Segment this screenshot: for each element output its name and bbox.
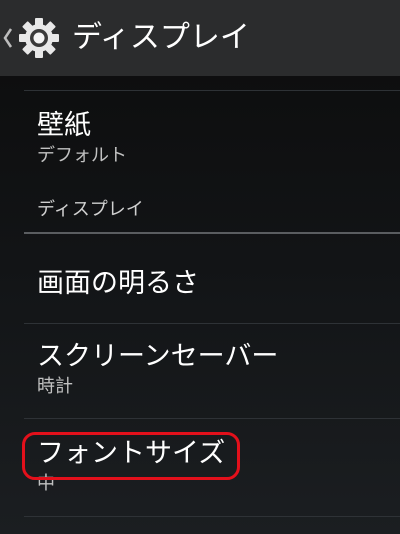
screensaver-summary: 時計	[37, 376, 73, 397]
action-bar-title: ディスプレイ	[72, 20, 250, 55]
highlight-outline	[22, 432, 240, 480]
divider	[24, 516, 400, 517]
brightness-item[interactable]: 画面の明るさ	[37, 266, 199, 302]
action-bar: ディスプレイ	[0, 0, 400, 76]
wallpaper-item[interactable]: 壁紙 デフォルト	[37, 108, 127, 168]
divider	[24, 90, 400, 91]
category-header-display: ディスプレイ	[37, 199, 144, 220]
brightness-title: 画面の明るさ	[37, 268, 199, 299]
category-divider	[24, 232, 400, 234]
gear-icon[interactable]	[18, 17, 60, 59]
screensaver-title: スクリーンセーバー	[37, 341, 279, 372]
chevron-left-icon[interactable]	[2, 25, 14, 51]
divider	[24, 323, 400, 324]
screensaver-item[interactable]: スクリーンセーバー 時計	[37, 339, 278, 399]
wallpaper-title: 壁紙	[37, 110, 91, 141]
divider	[24, 418, 400, 419]
wallpaper-summary: デフォルト	[37, 145, 127, 166]
